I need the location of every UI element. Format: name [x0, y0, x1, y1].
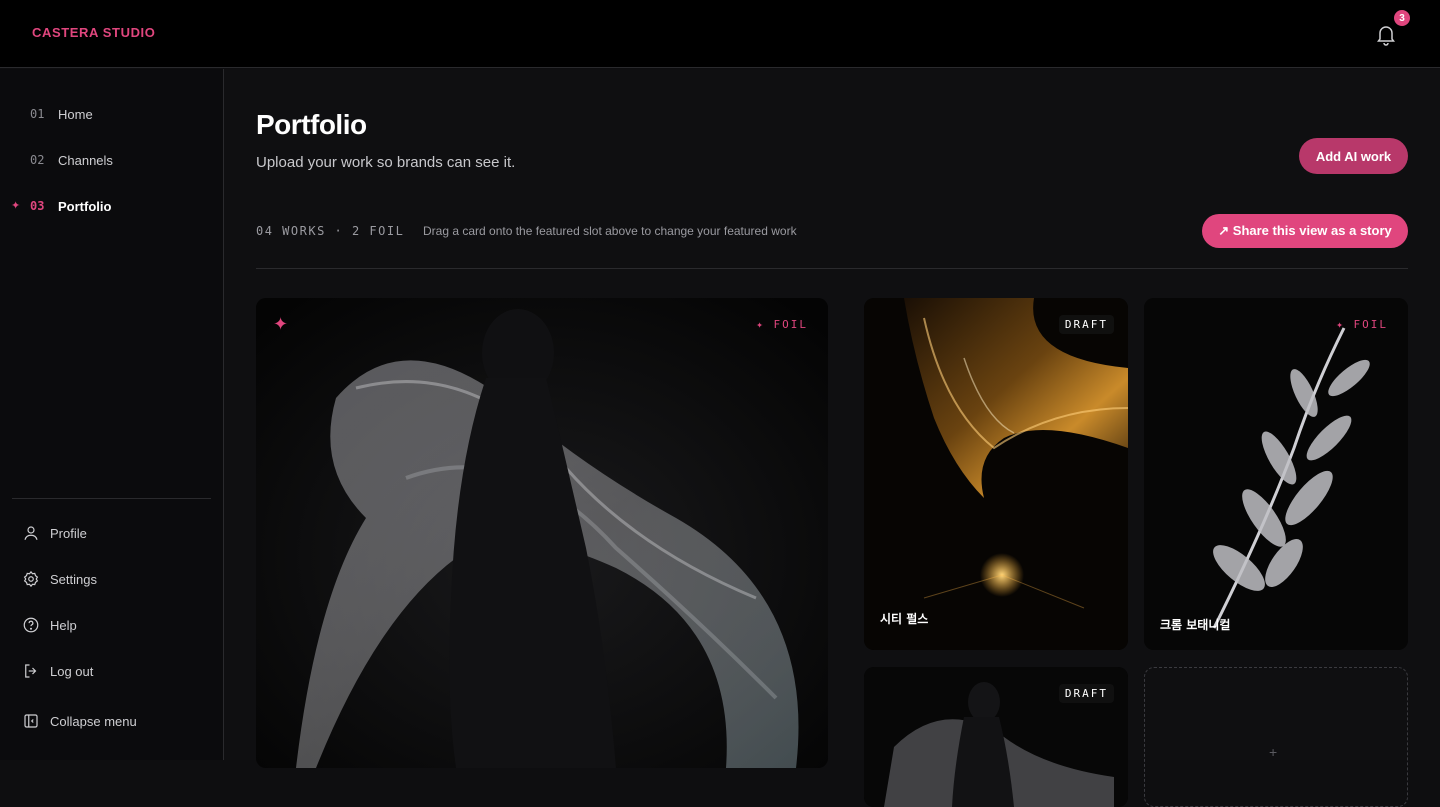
sidebar-item-portfolio[interactable]: 03 Portfolio: [30, 196, 111, 216]
main-divider: [256, 268, 1408, 269]
profile-label: Profile: [50, 525, 87, 541]
profile-link[interactable]: Profile: [22, 523, 87, 543]
card-title: 크롬 보태니컬: [1160, 618, 1231, 632]
work-card[interactable]: DRAFT: [864, 667, 1128, 807]
logout-label: Log out: [50, 663, 94, 679]
brand-logo[interactable]: CASTERA STUDIO: [32, 25, 155, 40]
work-card[interactable]: DRAFT 시티 펄스: [864, 298, 1128, 650]
user-icon: [24, 526, 38, 540]
settings-link[interactable]: Settings: [22, 569, 97, 589]
nav-label: Home: [58, 106, 93, 122]
featured-artwork: [256, 298, 828, 768]
help-label: Help: [50, 617, 77, 633]
featured-card[interactable]: ✦ ✦ FOIL: [256, 298, 828, 768]
foil-tag: ✦ FOIL: [1336, 318, 1388, 331]
drag-hint: Drag a card onto the featured slot above…: [423, 224, 797, 238]
nav-label: Channels: [58, 152, 113, 168]
main-content: Portfolio Upload your work so brands can…: [224, 69, 1440, 807]
top-bar: CASTERA STUDIO 3: [0, 0, 1440, 68]
bell-icon[interactable]: [1374, 22, 1398, 46]
collapse-label: Collapse menu: [50, 713, 137, 729]
help-link[interactable]: Help: [22, 615, 77, 635]
work-artwork: [1144, 298, 1408, 650]
work-artwork: [864, 298, 1128, 650]
nav-number: 03: [30, 199, 45, 213]
sidebar: 01 Home 02 Channels ✦ 03 Portfolio Profi…: [0, 69, 224, 760]
help-icon: [23, 617, 39, 633]
empty-upload-slot[interactable]: +: [1144, 667, 1408, 807]
sidebar-item-home[interactable]: 01 Home: [30, 104, 93, 124]
active-star-icon: ✦: [11, 200, 21, 212]
featured-star-icon: ✦: [273, 314, 289, 334]
gear-icon: [23, 570, 39, 588]
nav-label: Portfolio: [58, 198, 112, 214]
draft-tag: DRAFT: [1058, 315, 1114, 334]
nav-number: 02: [30, 153, 45, 167]
page-title: Portfolio: [256, 109, 367, 140]
settings-label: Settings: [50, 571, 97, 587]
works-count: 04 WORKS · 2 FOIL: [256, 224, 405, 238]
plus-icon: +: [1269, 744, 1278, 760]
nav-number: 01: [30, 107, 45, 121]
add-ai-work-button[interactable]: Add AI work: [1299, 138, 1408, 174]
sidebar-divider: [12, 498, 211, 499]
collapse-menu-link[interactable]: Collapse menu: [22, 711, 137, 731]
logout-link[interactable]: Log out: [22, 661, 93, 681]
notification-badge: 3: [1394, 10, 1410, 26]
work-card[interactable]: ✦ FOIL 크롬 보태니컬: [1144, 298, 1408, 650]
foil-tag: ✦ FOIL: [756, 318, 808, 331]
sidebar-item-channels[interactable]: 02 Channels: [30, 150, 113, 170]
logout-icon: [25, 664, 37, 678]
share-story-button[interactable]: ↗ Share this view as a story: [1202, 214, 1408, 248]
draft-tag: DRAFT: [1058, 684, 1114, 703]
collapse-icon: [24, 714, 38, 728]
page-subtitle: Upload your work so brands can see it.: [256, 154, 516, 171]
card-title: 시티 펄스: [880, 612, 929, 626]
